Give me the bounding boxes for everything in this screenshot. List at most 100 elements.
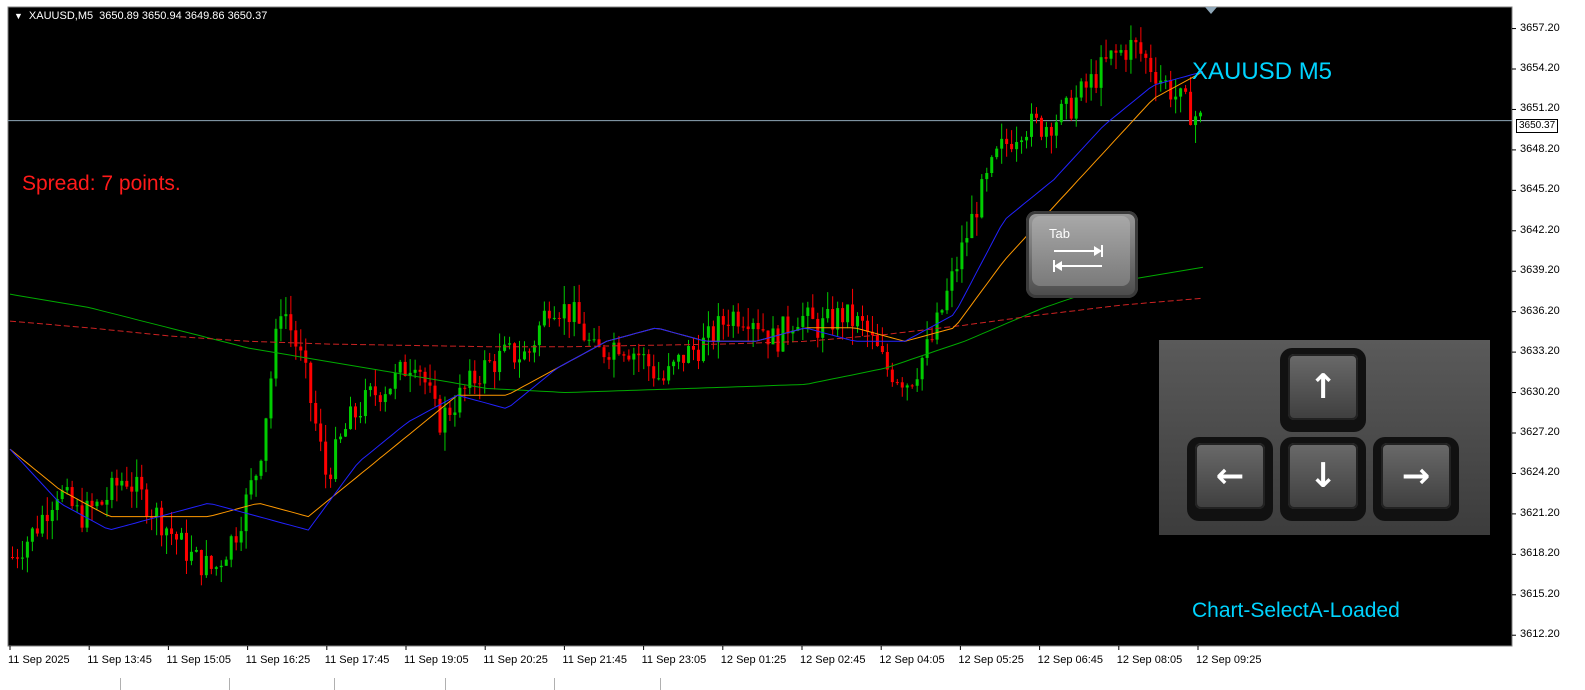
x-tick-label: 12 Sep 01:25 — [720, 654, 787, 666]
candle-body — [1010, 143, 1014, 150]
chart-tab[interactable] — [229, 678, 334, 690]
right-arrow-key[interactable]: → — [1373, 437, 1459, 521]
candle-body — [453, 412, 457, 415]
y-tick-label: 3624.20 — [1520, 466, 1560, 479]
candle-body — [234, 536, 238, 543]
tab-key-button[interactable]: Tab — [1026, 211, 1138, 298]
candle-body — [582, 323, 586, 341]
candle-body — [602, 347, 606, 358]
candle-body — [851, 304, 855, 327]
candle-body — [672, 361, 676, 367]
left-arrow-icon: ← — [1215, 456, 1245, 496]
x-tick-label: 11 Sep 2025 — [8, 654, 70, 666]
candle-body — [120, 480, 124, 486]
candle-body — [1025, 136, 1029, 141]
current-price-badge: 3650.37 — [1516, 119, 1559, 133]
chart-tab[interactable] — [120, 678, 229, 690]
candle-body — [1104, 57, 1108, 59]
candle-body — [1079, 81, 1083, 98]
candle-body — [463, 387, 467, 389]
candle-body — [393, 372, 397, 389]
candle-body — [1034, 113, 1038, 118]
candle-body — [1144, 53, 1148, 58]
candle-body — [65, 487, 69, 491]
candle-body — [1094, 74, 1098, 88]
candle-body — [687, 345, 691, 363]
chart-tab[interactable] — [554, 678, 661, 690]
candle-body — [349, 406, 353, 430]
symbol-name: XAUUSD,M5 — [28, 10, 94, 22]
candle-body — [970, 213, 974, 239]
candle-body — [652, 366, 656, 379]
candle-body — [299, 346, 303, 351]
up-arrow-key[interactable]: ↑ — [1280, 348, 1366, 432]
candle-body — [935, 312, 939, 340]
candle-body — [80, 505, 84, 528]
chart-tab[interactable] — [660, 678, 761, 690]
candle-body — [1039, 117, 1043, 137]
candle-body — [1059, 103, 1063, 123]
down-arrow-key[interactable]: ↓ — [1280, 437, 1366, 521]
y-tick-label: 3639.20 — [1520, 264, 1560, 277]
x-tick-label: 12 Sep 04:05 — [879, 654, 945, 666]
candle-body — [562, 304, 566, 319]
candle-body — [816, 318, 820, 338]
candle-body — [269, 378, 273, 419]
candle-body — [622, 354, 626, 356]
candle-body — [786, 316, 790, 334]
candle-body — [607, 357, 611, 360]
chart-menu-icon[interactable]: ▼ — [14, 11, 23, 21]
candle-body — [846, 304, 850, 323]
candle-body — [682, 354, 686, 363]
candle-body — [1015, 142, 1019, 150]
candle-body — [955, 269, 959, 272]
tab-key-face: Tab — [1032, 216, 1130, 286]
candle-body — [259, 460, 263, 476]
candle-body — [890, 369, 894, 383]
candle-body — [915, 379, 919, 386]
candle-body — [696, 349, 700, 362]
candle-body — [249, 480, 253, 495]
y-tick-label: 3636.20 — [1520, 304, 1560, 317]
candle-body — [706, 326, 710, 338]
chart-tab[interactable] — [445, 678, 554, 690]
candle-body — [880, 346, 884, 352]
candle-body — [940, 310, 944, 313]
candle-body — [214, 567, 218, 569]
candle-body — [314, 403, 318, 424]
candle-body — [398, 361, 402, 373]
candle-body — [856, 316, 860, 327]
up-arrow-icon: ↑ — [1308, 367, 1338, 407]
candle-body — [1000, 138, 1004, 149]
candle-body — [667, 366, 671, 381]
candle-body — [567, 304, 571, 323]
candle-body — [1109, 50, 1113, 59]
candle-body — [50, 510, 54, 522]
candle-body — [756, 322, 760, 330]
candle-body — [448, 407, 452, 415]
candle-body — [691, 345, 695, 350]
candle-body — [378, 395, 382, 403]
candle-body — [1139, 42, 1143, 54]
candle-body — [662, 378, 666, 381]
candle-body — [1129, 39, 1133, 60]
y-tick-label: 3645.20 — [1520, 183, 1560, 196]
candle-body — [537, 325, 541, 346]
candle-body — [587, 339, 591, 341]
candle-body — [170, 528, 174, 534]
arrow-keys-panel: ↑ ← ↓ → — [1159, 340, 1490, 535]
candle-body — [145, 489, 149, 517]
candle-body — [677, 354, 681, 362]
x-tick-label: 11 Sep 16:25 — [245, 654, 311, 666]
candle-body — [319, 423, 323, 442]
candle-body — [522, 351, 526, 360]
left-arrow-key[interactable]: ← — [1187, 437, 1273, 521]
candle-body — [239, 531, 243, 543]
chart-window[interactable]: ▼ XAUUSD,M5 3650.89 3650.94 3649.86 3650… — [0, 0, 1585, 690]
candle-body — [368, 386, 372, 391]
candle-body — [329, 474, 333, 480]
y-tick-label: 3642.20 — [1520, 223, 1560, 236]
candle-body — [155, 507, 159, 518]
chart-tab[interactable] — [334, 678, 445, 690]
x-tick-label: 11 Sep 19:05 — [404, 654, 469, 666]
